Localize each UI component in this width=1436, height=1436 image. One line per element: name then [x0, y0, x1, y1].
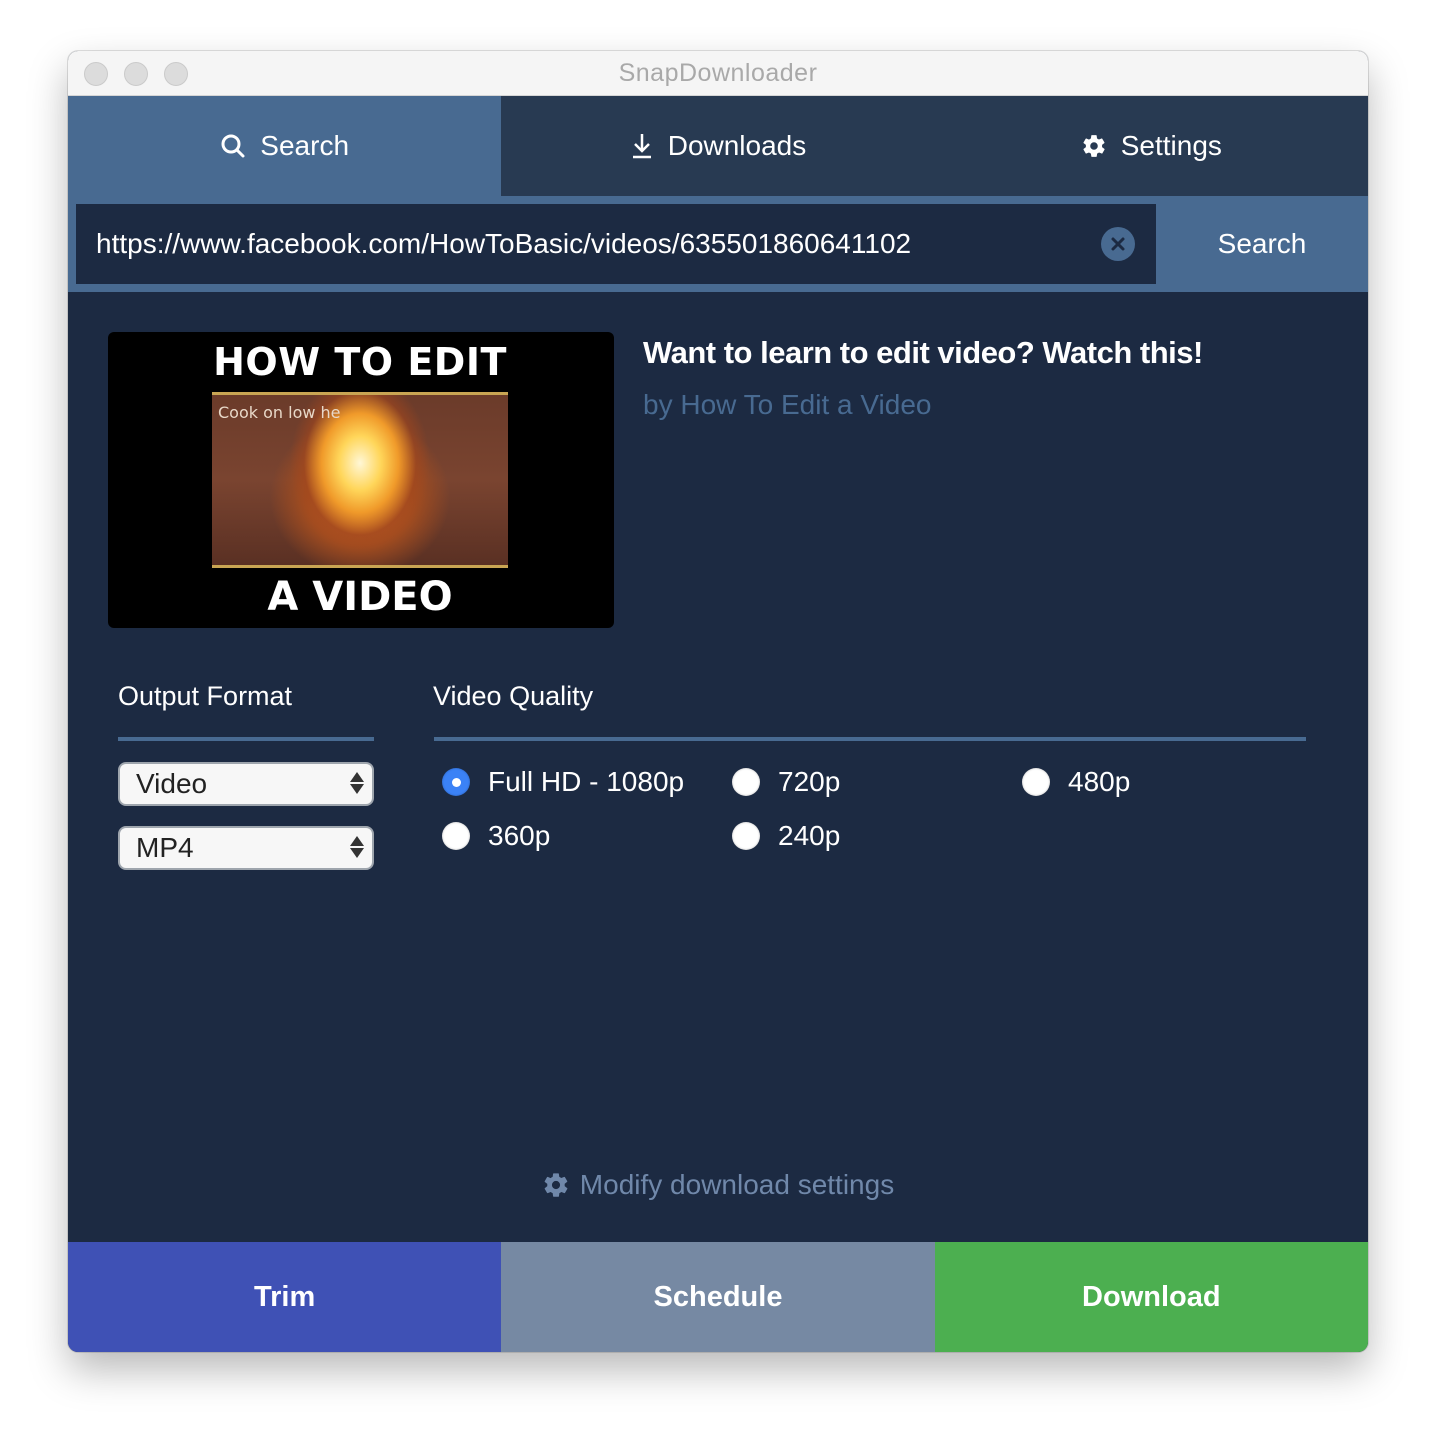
modify-label: Modify download settings: [579, 1169, 895, 1200]
thumbnail-top-text: HOW TO EDIT: [213, 340, 507, 384]
window-title: SnapDownloader: [618, 59, 818, 87]
video-author: by How To Edit a Video: [643, 389, 932, 420]
tab-downloads[interactable]: Downloads: [501, 96, 934, 196]
url-field-container: [76, 204, 1156, 284]
clear-url-button[interactable]: [1101, 227, 1135, 261]
clear-icon: [1111, 237, 1125, 251]
output-format-divider: [118, 737, 374, 741]
gear-icon: [542, 1171, 570, 1199]
thumbnail-caption: Cook on low he: [218, 403, 341, 422]
video-thumbnail: HOW TO EDIT Cook on low he A VIDEO: [108, 332, 614, 628]
video-quality-label: Video Quality: [433, 681, 594, 711]
quality-label: Full HD - 1080p: [488, 766, 685, 797]
download-button[interactable]: Download: [934, 1242, 1368, 1352]
output-format-label: Output Format: [118, 681, 293, 711]
modify-download-settings-link[interactable]: Modify download settings: [68, 1169, 1368, 1201]
format-container-select[interactable]: MP4: [118, 826, 374, 870]
select-arrows-icon: [350, 772, 364, 794]
radio-unchecked[interactable]: [732, 768, 760, 796]
video-quality-divider: [434, 737, 1306, 741]
action-bar: Trim Schedule Download: [68, 1242, 1368, 1352]
thumbnail-frame: HOW TO EDIT Cook on low he A VIDEO: [212, 332, 508, 628]
title-bar: SnapDownloader: [68, 51, 1368, 96]
quality-option-1080p[interactable]: Full HD - 1080p: [442, 766, 684, 798]
tab-search-label: Search: [260, 130, 350, 161]
thumbnail-bottom-text: A VIDEO: [267, 574, 453, 620]
quality-label: 240p: [778, 820, 841, 851]
radio-checked[interactable]: [442, 768, 470, 796]
quality-option-360p[interactable]: 360p: [442, 820, 550, 852]
quality-label: 480p: [1068, 766, 1131, 797]
thumbnail-fire-image: Cook on low he: [212, 392, 508, 568]
tab-search[interactable]: Search: [68, 96, 502, 196]
radio-unchecked[interactable]: [1022, 768, 1050, 796]
quality-option-480p[interactable]: 480p: [1022, 766, 1130, 798]
quality-label: 360p: [488, 820, 551, 851]
app-window: SnapDownloader Search Downloads Settings: [68, 51, 1368, 1352]
video-title: Want to learn to edit video? Watch this!: [643, 335, 1203, 370]
gear-icon: [1081, 133, 1107, 159]
url-input[interactable]: [96, 204, 1086, 284]
tab-downloads-label: Downloads: [667, 130, 807, 161]
quality-label: 720p: [778, 766, 841, 797]
format-type-select[interactable]: Video: [118, 762, 374, 806]
search-button[interactable]: Search: [1156, 204, 1368, 284]
search-icon: [220, 133, 246, 159]
search-bar: Search: [68, 196, 1368, 292]
quality-option-240p[interactable]: 240p: [732, 820, 840, 852]
radio-unchecked[interactable]: [442, 822, 470, 850]
tab-settings-label: Settings: [1120, 130, 1222, 161]
format-type-value: Video: [136, 768, 208, 799]
main-tabs: Search Downloads Settings: [68, 96, 1368, 196]
quality-option-720p[interactable]: 720p: [732, 766, 840, 798]
schedule-button[interactable]: Schedule: [501, 1242, 935, 1352]
format-container-value: MP4: [136, 832, 194, 863]
tab-settings[interactable]: Settings: [935, 96, 1368, 196]
radio-unchecked[interactable]: [732, 822, 760, 850]
select-arrows-icon: [350, 836, 364, 858]
trim-button[interactable]: Trim: [68, 1242, 502, 1352]
download-icon: [630, 132, 654, 160]
